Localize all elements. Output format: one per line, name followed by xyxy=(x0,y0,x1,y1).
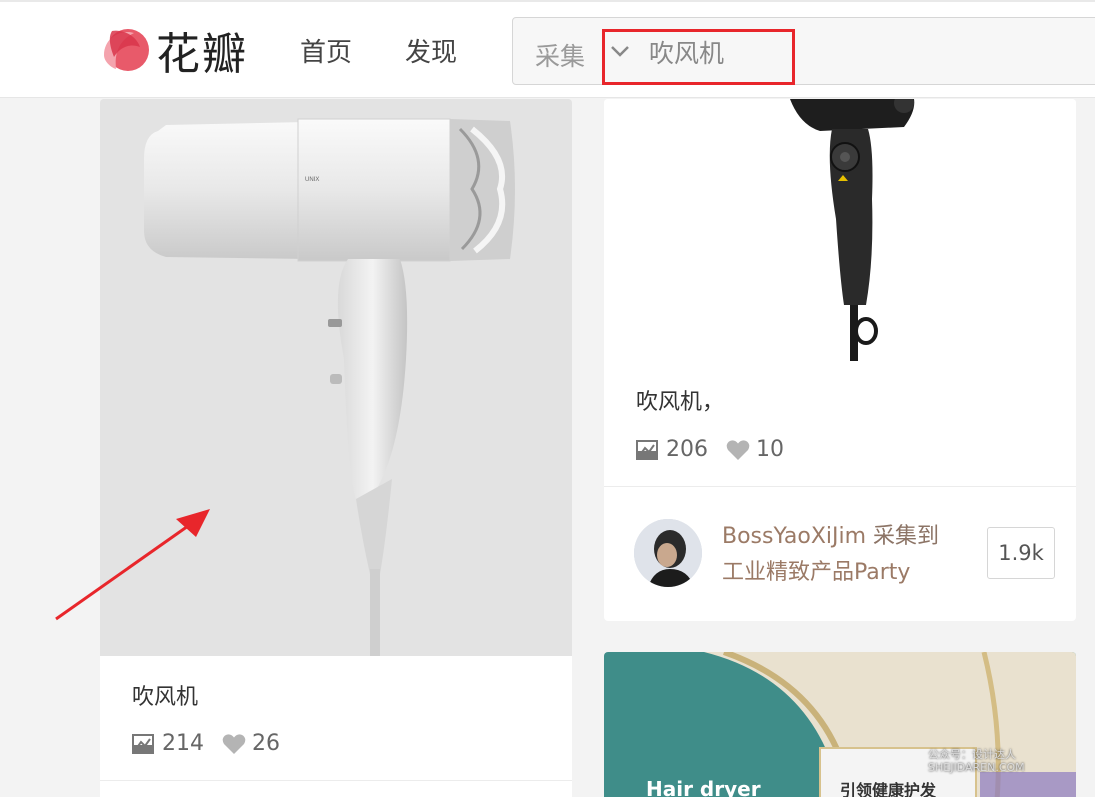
avatar[interactable] xyxy=(634,519,702,587)
search-scope-label[interactable]: 采集 xyxy=(535,37,585,73)
pin-card[interactable]: UNIX 吹风机 214 26 xyxy=(100,99,572,797)
annotation-highlight-box xyxy=(602,29,795,85)
pin-image[interactable] xyxy=(604,99,1076,361)
repin-icon xyxy=(636,439,658,460)
black-hair-dryer-image xyxy=(604,99,1076,361)
watermark: 公众号：设计达人 SHEJIDAREN.COM xyxy=(928,748,1088,774)
repin-count: 214 xyxy=(162,731,204,756)
pin-image[interactable]: Hair dryer 引领健康护发 xyxy=(604,652,1076,797)
card-divider xyxy=(100,780,572,781)
top-header: 花瓣 首页 发现 采集 xyxy=(0,0,1095,98)
heart-icon[interactable] xyxy=(726,439,750,461)
logo-text: 花瓣 xyxy=(156,29,248,80)
logo-petal-icon xyxy=(104,29,149,71)
pin-card[interactable]: 吹风机， 206 10 BossYaoXiJim 采集到 工业精致产品Party… xyxy=(604,99,1076,621)
pin-stats: 206 10 xyxy=(636,437,784,462)
board-count-badge[interactable]: 1.9k xyxy=(987,527,1055,579)
pin-caption: 吹风机， xyxy=(636,390,725,415)
user-avatar-image xyxy=(634,519,702,587)
pinner-action: 采集到 xyxy=(873,524,940,549)
annotation-arrow xyxy=(55,509,210,621)
like-count: 26 xyxy=(252,731,280,756)
pinner-name[interactable]: BossYaoXiJim xyxy=(722,524,866,549)
board-name[interactable]: 工业精致产品Party xyxy=(722,555,972,591)
nav-home[interactable]: 首页 xyxy=(300,32,352,69)
like-count: 10 xyxy=(756,437,784,462)
watermark-line2: SHEJIDAREN.COM xyxy=(928,761,1025,774)
pin-stats: 214 26 xyxy=(132,731,280,756)
heart-icon[interactable] xyxy=(222,733,246,755)
logo[interactable]: 花瓣 xyxy=(100,22,248,80)
nav-discover[interactable]: 发现 xyxy=(405,32,457,69)
watermark-line1: 公众号：设计达人 xyxy=(928,748,1016,761)
pin-card[interactable]: Hair dryer 引领健康护发 xyxy=(604,652,1076,797)
card-divider xyxy=(604,486,1076,487)
repin-icon xyxy=(132,733,154,754)
pinner-info: BossYaoXiJim 采集到 工业精致产品Party xyxy=(722,519,972,591)
svg-text:UNIX: UNIX xyxy=(305,177,319,183)
banner-text: Hair dryer xyxy=(646,777,761,797)
banner-cn: 引领健康护发 xyxy=(840,781,937,797)
repin-count: 206 xyxy=(666,437,708,462)
search-bar[interactable]: 采集 xyxy=(512,17,1095,85)
pin-caption: 吹风机 xyxy=(132,685,199,710)
